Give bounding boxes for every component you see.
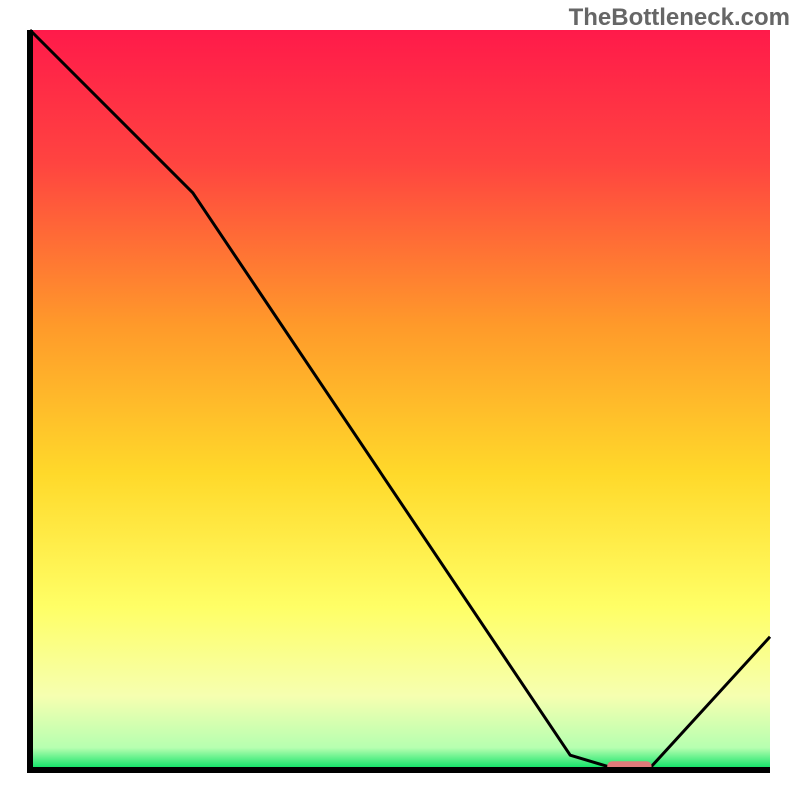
chart-container: TheBottleneck.com — [0, 0, 800, 800]
bottleneck-chart — [0, 0, 800, 800]
watermark-text: TheBottleneck.com — [569, 4, 790, 32]
